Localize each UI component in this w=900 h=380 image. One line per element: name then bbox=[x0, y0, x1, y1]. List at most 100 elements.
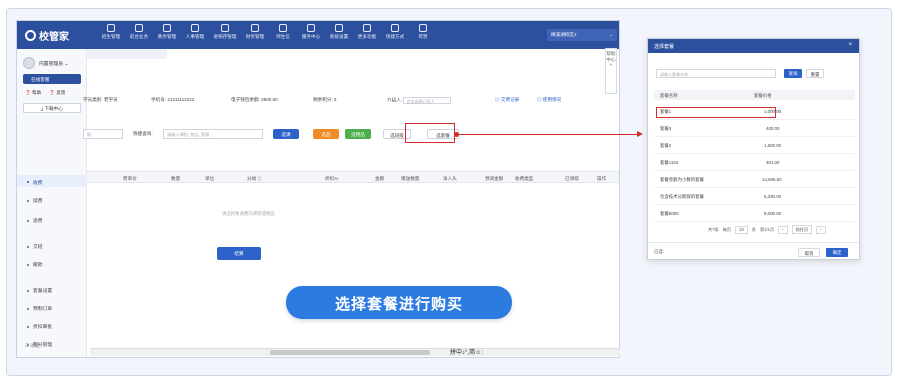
record-icon: ▤ bbox=[495, 97, 500, 102]
user-menu[interactable]: 内置管理员 ⌄ bbox=[23, 57, 68, 69]
more-icon bbox=[363, 24, 371, 32]
bullet-icon bbox=[27, 263, 29, 266]
arrow-right-icon bbox=[637, 131, 643, 137]
logo: 校管家 bbox=[25, 28, 69, 43]
academic-icon bbox=[163, 24, 171, 32]
nav-hr[interactable]: 人事管理 bbox=[181, 24, 209, 40]
link-icon bbox=[391, 24, 399, 32]
bullet-icon bbox=[27, 181, 29, 184]
nav-recruit[interactable]: 招生管理 bbox=[97, 24, 125, 40]
help-link[interactable]: ❓ 帮助 bbox=[25, 90, 41, 96]
sidebar-item-handover[interactable]: 交班 bbox=[17, 243, 87, 250]
gear-icon bbox=[335, 24, 343, 32]
select-course-button[interactable]: 选课 bbox=[273, 129, 299, 139]
main-nav: 招生管理 前台业务 教务管理 人事管理 进销存管理 财务管理 师生信 服务中心 … bbox=[97, 24, 437, 40]
package-row[interactable]: 套餐5000 8,000.00 bbox=[654, 206, 855, 222]
sidebar-item-renew[interactable]: 续费 bbox=[17, 197, 87, 204]
dialog-title: 选择套餐 bbox=[654, 44, 675, 50]
logo-icon bbox=[25, 30, 36, 41]
bullet-icon bbox=[27, 289, 29, 292]
chevron-down-icon: ⌄ bbox=[609, 32, 613, 37]
sidebar-item-preset-orders[interactable]: 预制订单 bbox=[17, 305, 87, 312]
settle-button[interactable]: 结算 bbox=[217, 247, 261, 260]
reset-button[interactable]: 重置 bbox=[806, 69, 824, 78]
service-icon bbox=[307, 24, 315, 32]
package-table-header: 套餐名称 套餐价格 bbox=[654, 90, 855, 100]
introducer-field: 介绍人: 点击选择介绍人 bbox=[387, 97, 452, 104]
package-row[interactable]: 套餐2 1,600.00 bbox=[654, 138, 855, 154]
nav-inventory[interactable]: 进销存管理 bbox=[209, 24, 241, 40]
hr-icon bbox=[191, 24, 199, 32]
nav-academic[interactable]: 教务管理 bbox=[153, 24, 181, 40]
page-jump-input[interactable]: 前往页 bbox=[791, 225, 813, 234]
payment-record-link[interactable]: ▤ 交费记录 bbox=[495, 97, 519, 103]
sidebar-item-refund[interactable]: 退费 bbox=[17, 217, 87, 224]
sidebar-item-discount-approval[interactable]: 折扣审批 bbox=[17, 323, 87, 330]
dialog-header: 选择套餐 × bbox=[648, 39, 859, 53]
package-row[interactable]: 套餐3 400.00 bbox=[654, 121, 855, 137]
select-package-dialog: 选择套餐 × 请输入套餐名称 查询 重置 套餐名称 套餐价格 套餐1 1,000.… bbox=[647, 38, 860, 260]
nav-youzan[interactable]: 有赞 bbox=[409, 24, 437, 40]
sidebar-item-package-settings[interactable]: 套餐设置 bbox=[17, 287, 87, 294]
nav-shortcuts[interactable]: 快捷方式 bbox=[381, 24, 409, 40]
select-goods-button[interactable]: 选物品 bbox=[345, 129, 371, 139]
package-row[interactable]: 包含技术分期保的套餐 6,330.00 bbox=[654, 189, 855, 205]
ime-toolbar: 拼中♪°,简☺: bbox=[450, 350, 483, 356]
query-button[interactable]: 查询 bbox=[784, 69, 802, 78]
nav-messages[interactable]: 师生信 bbox=[269, 24, 297, 40]
empty-table-message: 请选择要收费的课程或物品 bbox=[222, 211, 275, 216]
scrollbar-thumb[interactable] bbox=[270, 350, 430, 355]
help-links: ❓ 帮助 ❓ 反馈 bbox=[25, 90, 65, 96]
package-row-highlight bbox=[656, 107, 776, 118]
pagination: 共7条 每页 10 条 第1/1页 ‹ 前往页 › bbox=[708, 225, 826, 234]
sidebar-item-withdraw[interactable]: 撤款 bbox=[17, 261, 87, 268]
confirm-button[interactable]: 确定 bbox=[826, 248, 848, 257]
annotation-arrow bbox=[456, 134, 640, 135]
remaining-points: 剩余积分: 3 bbox=[313, 97, 337, 102]
logo-text: 校管家 bbox=[39, 32, 69, 43]
sidebar: 内置管理员 ⌄ 在线客服 ❓ 帮助 ❓ 反馈 ⤓ 下载中心 收费 续费 退费 交… bbox=[17, 49, 87, 357]
quick-search-input[interactable]: 请输入课程, 物品, 套餐 bbox=[163, 129, 263, 139]
tab-strip bbox=[87, 49, 167, 59]
sidebar-item-charge[interactable]: 收费 bbox=[17, 175, 87, 187]
quick-search-label: 快捷查询: bbox=[133, 131, 153, 136]
wallet-balance: 电子钱包余额: 2800.00 bbox=[231, 97, 278, 102]
dialog-footer: 已选: 取消 确定 bbox=[648, 242, 859, 260]
recruit-icon bbox=[107, 24, 115, 32]
close-icon[interactable]: × bbox=[848, 42, 852, 48]
next-page-button[interactable]: › bbox=[816, 225, 826, 234]
download-center-button[interactable]: ⤓ 下载中心 bbox=[23, 103, 81, 113]
nav-settings[interactable]: 系统设置 bbox=[325, 24, 353, 40]
help-center-tab[interactable]: 帮助中心 « bbox=[605, 48, 617, 94]
package-row[interactable]: 套餐金额为小数的套餐 14,696.50 bbox=[654, 172, 855, 188]
prev-page-button[interactable]: ‹ bbox=[778, 225, 788, 234]
message-icon bbox=[279, 24, 287, 32]
campus-selector[interactable]: 梅溪湖校区2 ⌄ bbox=[547, 29, 617, 41]
page-size-select[interactable]: 10 bbox=[735, 225, 748, 234]
collapse-sidebar[interactable]: ☰ 收起 bbox=[25, 343, 40, 349]
nav-front-desk[interactable]: 前台业务 bbox=[125, 24, 153, 40]
cancel-button[interactable]: 取消 bbox=[798, 248, 820, 257]
usage-status-link[interactable]: ▤ 使用情况 bbox=[537, 97, 561, 103]
collapse-icon: ☰ bbox=[25, 343, 30, 348]
top-navigation-bar: 校管家 招生管理 前台业务 教务管理 人事管理 进销存管理 财务管理 师生信 服… bbox=[17, 21, 619, 49]
bullet-icon bbox=[27, 245, 29, 248]
package-search-input[interactable]: 请输入套餐名称 bbox=[656, 69, 776, 78]
download-icon: ⤓ bbox=[41, 106, 44, 111]
nav-service[interactable]: 服务中心 bbox=[297, 24, 325, 40]
package-row[interactable]: 套餐1104 301.00 bbox=[654, 155, 855, 171]
finance-icon bbox=[251, 24, 259, 32]
introducer-input[interactable]: 点击选择介绍人 bbox=[403, 97, 452, 104]
charge-table-header: 原单价 数量 单位 分摊 ⓘ 折扣% 金额 赠送数量 净入头 预减金额 收费类型… bbox=[87, 171, 619, 183]
front-desk-icon bbox=[135, 24, 143, 32]
nav-finance[interactable]: 财务管理 bbox=[241, 24, 269, 40]
student-input[interactable]: 报 bbox=[83, 129, 123, 139]
select-item-button[interactable]: 选品 bbox=[313, 129, 339, 139]
usage-icon: ▤ bbox=[537, 97, 542, 102]
feedback-link[interactable]: ❓ 反馈 bbox=[49, 90, 65, 96]
bullet-icon bbox=[27, 219, 29, 222]
nav-more[interactable]: 更多功能 bbox=[353, 24, 381, 40]
instruction-banner: 选择套餐进行购买 bbox=[286, 286, 512, 319]
online-service-button[interactable]: 在线客服 bbox=[23, 74, 81, 84]
student-phone: 手机号: 21211112222 bbox=[151, 97, 195, 102]
